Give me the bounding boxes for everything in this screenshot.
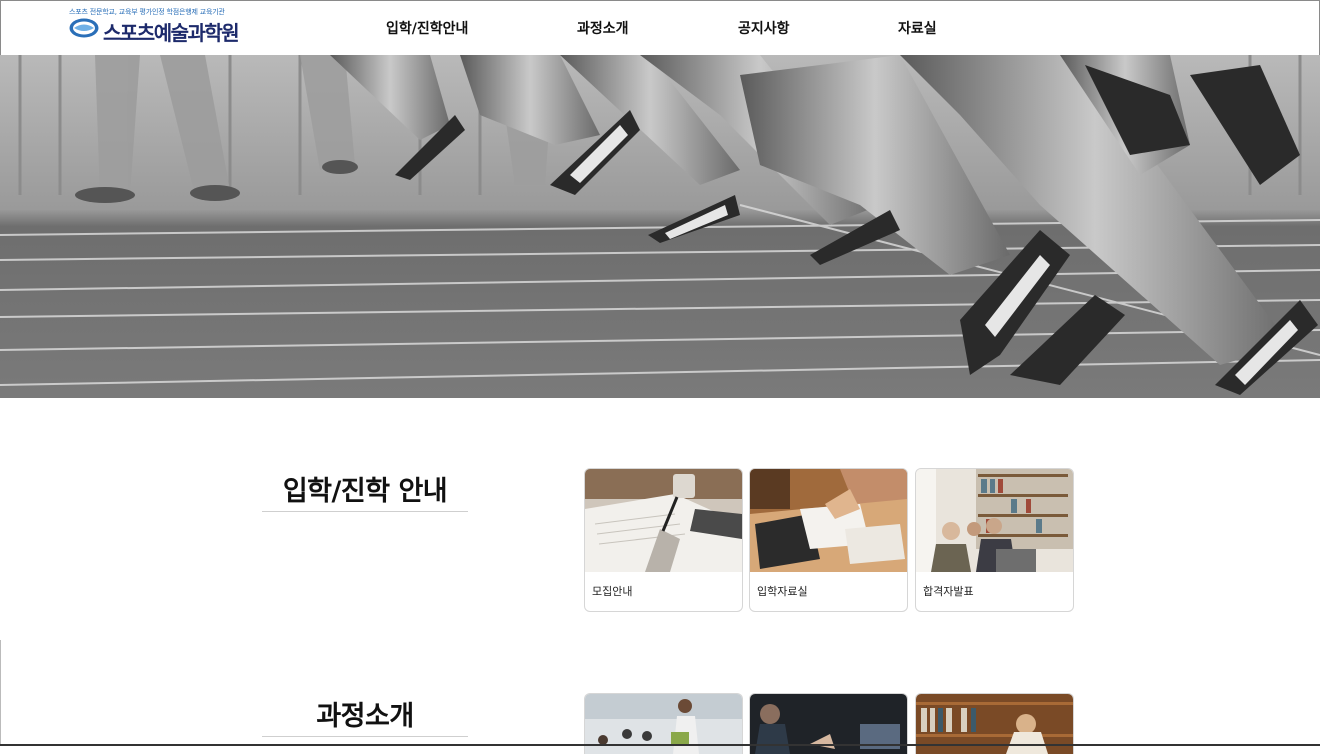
card-thumbnail-writing: [585, 469, 742, 572]
card-thumbnail-study: [750, 469, 907, 572]
section-title-courses: 과정소개: [316, 701, 414, 732]
logo-emblem-icon: [69, 18, 99, 38]
page-edge: [0, 640, 1, 746]
card-recruitment[interactable]: 모집안내: [584, 468, 743, 612]
card-label: 모집안내: [592, 585, 633, 598]
top-header: 스포츠 전문학교, 교육부 평가인정 학점은행제 교육기관 스포츠예술과학원 입…: [0, 0, 1320, 56]
section-divider: [262, 511, 468, 512]
logo-tagline: 스포츠 전문학교, 교육부 평가인정 학점은행제 교육기관: [69, 8, 225, 16]
card-thumbnail-library: [916, 469, 1073, 572]
card-pass-announcement[interactable]: 합격자발표: [915, 468, 1074, 612]
site-logo[interactable]: 스포츠 전문학교, 교육부 평가인정 학점은행제 교육기관 스포츠예술과학원: [69, 7, 240, 47]
logo-name: 스포츠예술과학원: [103, 21, 240, 45]
section-title-admission: 입학/진학 안내: [282, 476, 448, 507]
card-admission-materials[interactable]: 입학자료실: [749, 468, 908, 612]
card-label: 입학자료실: [757, 585, 808, 598]
section-divider: [262, 736, 468, 737]
hero-banner-image: [0, 55, 1320, 398]
nav-archive[interactable]: 자료실: [898, 18, 937, 38]
nav-notices[interactable]: 공지사항: [738, 18, 790, 38]
card-label: 합격자발표: [923, 585, 974, 598]
nav-courses[interactable]: 과정소개: [577, 18, 629, 38]
sprinters-photo: [0, 55, 1320, 398]
nav-admission[interactable]: 입학/진학안내: [386, 18, 468, 38]
